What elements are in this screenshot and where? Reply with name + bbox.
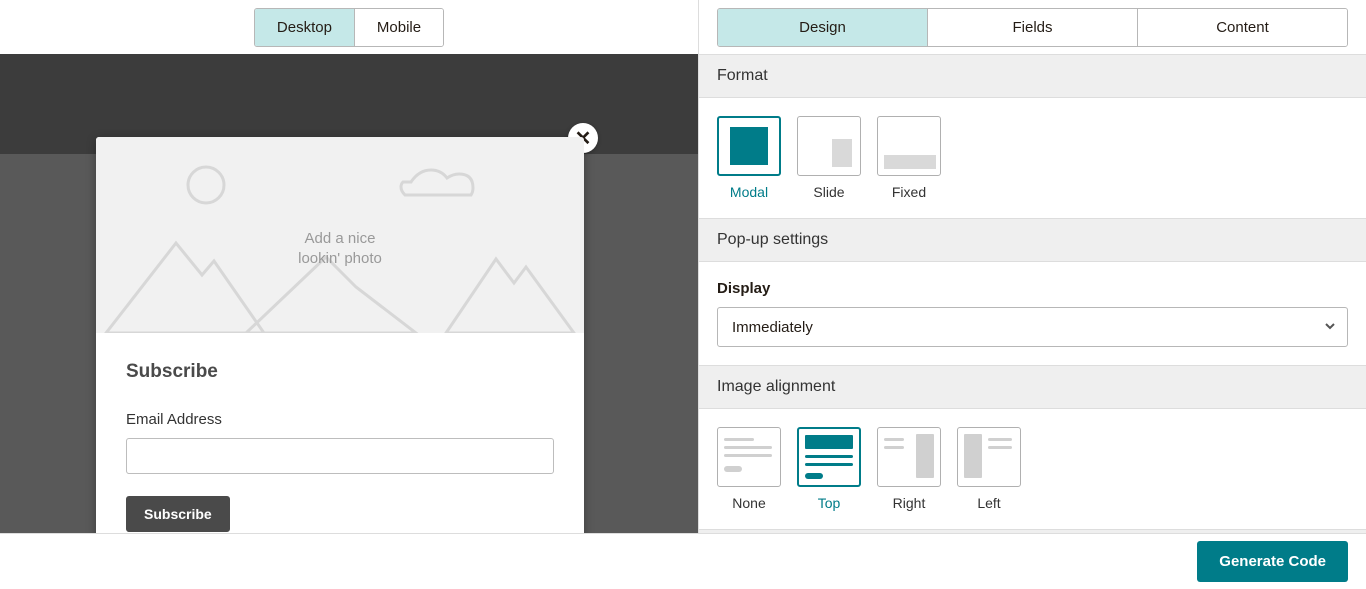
alignment-left-icon — [964, 434, 1014, 480]
device-mobile-button[interactable]: Mobile — [354, 9, 443, 46]
popup-image-hint: Add a nice lookin' photo — [96, 229, 584, 268]
popup-subscribe-button[interactable]: Subscribe — [126, 496, 230, 532]
alignment-option-top[interactable]: Top — [797, 427, 861, 511]
settings-scroll[interactable]: Format Modal Slide Fixed — [699, 54, 1366, 533]
section-header-popup-settings: Pop-up settings — [699, 218, 1366, 262]
popup-email-label: Email Address — [126, 411, 554, 428]
format-option-label: Fixed — [892, 184, 926, 200]
format-options: Modal Slide Fixed — [717, 116, 1348, 200]
format-option-slide[interactable]: Slide — [797, 116, 861, 200]
alignment-top-icon — [805, 435, 853, 479]
popup-title: Subscribe — [126, 361, 554, 383]
generate-code-button[interactable]: Generate Code — [1197, 541, 1348, 582]
popup-preview: ✕ Add — [96, 137, 584, 533]
settings-tabs: Design Fields Content — [717, 8, 1348, 47]
format-option-label: Modal — [730, 184, 768, 200]
settings-pane: Design Fields Content Format Modal — [698, 0, 1366, 533]
preview-area: ✕ Add — [0, 54, 698, 533]
tab-fields[interactable]: Fields — [927, 9, 1137, 46]
popup-image-hint-line2: lookin' photo — [96, 249, 584, 269]
fixed-icon — [884, 155, 936, 169]
alignment-option-right[interactable]: Right — [877, 427, 941, 511]
popup-image-hint-line1: Add a nice — [96, 229, 584, 249]
format-option-label: Slide — [813, 184, 844, 200]
tab-content[interactable]: Content — [1137, 9, 1347, 46]
format-option-fixed[interactable]: Fixed — [877, 116, 941, 200]
popup-image-placeholder[interactable]: Add a nice lookin' photo — [96, 137, 584, 333]
alignment-option-label: Top — [818, 495, 841, 511]
alignment-option-left[interactable]: Left — [957, 427, 1021, 511]
format-option-modal[interactable]: Modal — [717, 116, 781, 200]
alignment-option-label: Left — [977, 495, 1000, 511]
section-header-image-alignment: Image alignment — [699, 365, 1366, 409]
preview-scroll[interactable]: ✕ Add — [0, 54, 698, 533]
tab-design[interactable]: Design — [718, 9, 927, 46]
popup-email-input[interactable] — [126, 438, 554, 474]
alignment-option-label: Right — [893, 495, 926, 511]
alignment-option-label: None — [732, 495, 765, 511]
display-select[interactable]: Immediately — [717, 307, 1348, 347]
alignment-none-icon — [724, 434, 774, 480]
preview-pane: Desktop Mobile ✕ — [0, 0, 698, 533]
display-label: Display — [717, 280, 1348, 297]
image-alignment-options: None Top — [717, 427, 1348, 511]
device-toggle-bar: Desktop Mobile — [0, 0, 698, 54]
alignment-right-icon — [884, 434, 934, 480]
footer-bar: Generate Code — [0, 533, 1366, 589]
device-toggle: Desktop Mobile — [254, 8, 444, 47]
device-desktop-button[interactable]: Desktop — [255, 9, 354, 46]
slide-icon — [832, 139, 852, 167]
modal-icon — [730, 127, 768, 165]
settings-tabbar: Design Fields Content — [699, 0, 1366, 54]
section-header-format: Format — [699, 54, 1366, 98]
alignment-option-none[interactable]: None — [717, 427, 781, 511]
